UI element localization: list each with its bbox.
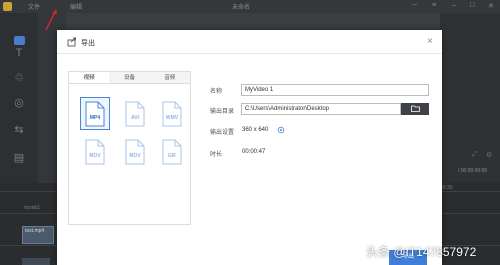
filter-tool-icon[interactable]: ♲ (12, 71, 26, 85)
format-avi[interactable]: AVI (124, 101, 152, 129)
duration-label: 时长 (210, 152, 223, 158)
format-panel: 视频 设备 音频 MP4 AVI WMV MOV MOV GIF (68, 71, 191, 225)
format-wmv[interactable]: WMV (161, 101, 189, 129)
format-label: MP4 (89, 115, 101, 121)
window-title: 未命名 (232, 5, 251, 11)
dialog-title: 导出 (81, 40, 95, 47)
export-dialog: 导出 × 视频 设备 音频 MP4 AVI WMV MOV MOV GIF 名称… (57, 30, 442, 265)
settings-gear-icon[interactable] (277, 126, 285, 134)
format-gif[interactable]: GIF (161, 139, 189, 167)
minimize-icon[interactable]: ─ (412, 2, 417, 9)
menu-edit[interactable]: 编辑 (70, 2, 82, 11)
format-mov[interactable]: MOV (84, 139, 112, 167)
duration-value: 00:00:47 (242, 149, 266, 155)
tab-video[interactable]: 视频 (69, 72, 110, 83)
watermark: 头条 @IT147857972 (366, 245, 477, 259)
mov-file-icon (125, 139, 145, 165)
app-logo (3, 2, 12, 11)
fullscreen-icon[interactable]: ⤢ (472, 151, 478, 159)
overlay-tool-icon[interactable]: ◎ (12, 96, 26, 110)
format-tabs: 视频 设备 音频 (69, 72, 190, 84)
format-label: MOV (129, 153, 141, 159)
minimize-window-icon[interactable]: – (452, 2, 456, 9)
media-tool-icon[interactable] (14, 36, 25, 45)
maximize-icon[interactable]: □ (470, 2, 474, 9)
avi-file-icon (125, 101, 145, 127)
output-dir-label: 输出目录 (210, 109, 235, 115)
wmv-file-icon (162, 101, 182, 127)
preview-side: ⤢ ⚙ (440, 13, 500, 188)
title-bar: 文件 编辑 未命名 ─ ≡ – □ ✕ (0, 0, 500, 13)
audio-clip[interactable] (22, 258, 50, 265)
left-toolbar: T ♲ ◎ ⇆ ▤ (0, 13, 38, 183)
close-icon[interactable]: × (427, 36, 433, 47)
tab-device[interactable]: 设备 (109, 72, 149, 83)
track-label: ncvnb1 (24, 205, 41, 211)
name-input[interactable]: MyVideo 1 (241, 84, 429, 96)
format-label: AVI (131, 115, 139, 121)
mp4-file-icon (85, 101, 105, 127)
mov-file-icon (85, 139, 105, 165)
total-time: / 00:00:00:00 (458, 168, 488, 174)
format-mp4[interactable]: MP4 (80, 97, 112, 130)
element-tool-icon[interactable]: ▤ (12, 151, 26, 165)
clip-label: test.mp4 (25, 228, 45, 234)
settings-icon[interactable]: ⚙ (486, 151, 492, 159)
dialog-header: 导出 × (57, 30, 442, 54)
output-settings-label: 输出设置 (210, 130, 235, 136)
export-icon (67, 37, 76, 47)
format-label: WMV (165, 115, 179, 121)
red-arrow-annotation (45, 9, 57, 31)
tab-audio[interactable]: 音频 (150, 72, 190, 83)
format-label: GIF (167, 153, 177, 159)
video-clip[interactable]: test.mp4 (22, 226, 54, 244)
resolution-value: 360 x 640 (242, 127, 269, 133)
close-window-icon[interactable]: ✕ (488, 2, 494, 10)
browse-folder-button[interactable] (401, 103, 429, 115)
gif-file-icon (162, 139, 182, 165)
transition-tool-icon[interactable]: ⇆ (12, 123, 26, 137)
menu-icon[interactable]: ≡ (432, 2, 436, 9)
menu-file[interactable]: 文件 (28, 2, 40, 11)
format-label: MOV (89, 153, 101, 159)
name-label: 名称 (210, 89, 223, 95)
output-dir-input[interactable]: C:\Users\Administrator\Desktop (241, 103, 401, 115)
text-tool-icon[interactable]: T (12, 46, 26, 60)
format-mov-2[interactable]: MOV (124, 139, 152, 167)
folder-icon (410, 105, 420, 112)
